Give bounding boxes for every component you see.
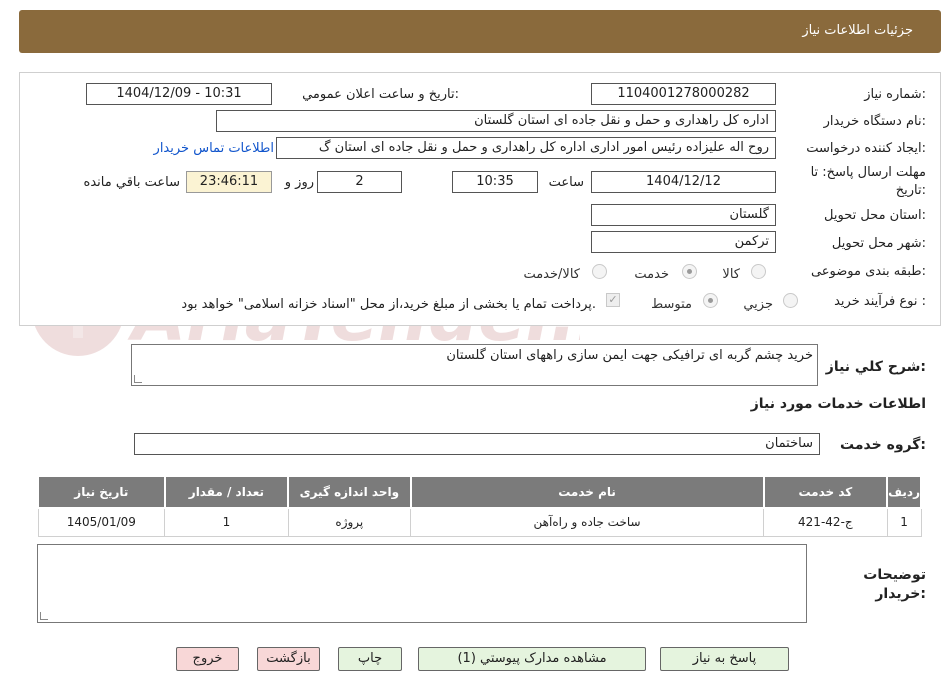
- buyer-notes-label: توضیحات: [863, 567, 926, 583]
- process-minor-label: جزيي: [743, 297, 773, 312]
- requester-label: ایجاد کننده درخواست:: [806, 141, 926, 156]
- need-number-label: شماره نیاز:: [864, 87, 926, 102]
- deadline-time-field[interactable]: 10:35: [452, 171, 538, 193]
- days-label: روز و: [284, 175, 314, 190]
- remaining-time-field: 23:46:11: [186, 171, 272, 193]
- col-qty-header: تعداد / مقدار: [163, 475, 290, 509]
- delivery-city-label: شهر محل تحویل:: [831, 236, 926, 251]
- category-goods-service-radio[interactable]: [592, 264, 607, 279]
- services-table: ردیف کد خدمت نام خدمت واحد اندازه گیری ت…: [37, 475, 922, 537]
- page-title: جزئیات اطلاعات نیاز: [802, 23, 913, 38]
- category-goods-label: کالا: [722, 267, 740, 282]
- back-button[interactable]: بازگشت: [257, 647, 320, 671]
- process-medium-radio[interactable]: [703, 293, 718, 308]
- cell-unit: پروژه: [287, 507, 412, 537]
- cell-qty: 1: [164, 507, 289, 537]
- need-number-field[interactable]: 1104001278000282: [591, 83, 776, 105]
- col-row-header: ردیف: [886, 475, 922, 509]
- resize-handle-icon[interactable]: [40, 612, 48, 620]
- service-group-field[interactable]: ساختمان: [134, 433, 820, 455]
- col-name-header: نام خدمت: [409, 475, 765, 509]
- buyer-notes-label-2: خریدار:: [875, 586, 926, 602]
- exit-button[interactable]: خروج: [176, 647, 239, 671]
- category-goods-radio[interactable]: [751, 264, 766, 279]
- description-text: خرید چشم گربه ای ترافیکی جهت ایمن سازی ر…: [446, 348, 813, 363]
- buyer-contact-link[interactable]: اطلاعات تماس خریدار: [154, 141, 274, 156]
- resize-handle-icon[interactable]: [134, 375, 142, 383]
- deadline-date-label: تاریخ:: [895, 183, 926, 198]
- announce-datetime-label: تاریخ و ساعت اعلان عمومي:: [302, 87, 459, 102]
- delivery-city-field[interactable]: ترکمن: [591, 231, 776, 253]
- print-button[interactable]: چاپ: [338, 647, 402, 671]
- col-date-header: تاریخ نیاز: [37, 475, 166, 509]
- page-header: جزئیات اطلاعات نیاز: [19, 10, 941, 53]
- buyer-org-field[interactable]: اداره کل راهداری و حمل و نقل جاده ای است…: [216, 110, 776, 132]
- category-label: طبقه بندی موضوعی:: [810, 264, 926, 279]
- cell-date: 1405/01/09: [37, 507, 166, 537]
- delivery-province-label: استان محل تحویل:: [824, 208, 926, 223]
- deadline-time-label: ساعت: [548, 175, 584, 190]
- view-attachments-button[interactable]: مشاهده مدارک پیوستي (1): [418, 647, 646, 671]
- cell-row: 1: [886, 507, 922, 537]
- col-code-header: کد خدمت: [762, 475, 889, 509]
- process-medium-label: متوسط: [651, 297, 692, 312]
- process-type-label: نوع فرآیند خرید :: [834, 294, 926, 309]
- category-goods-service-label: کالا/خدمت: [523, 267, 580, 282]
- treasury-payment-checkbox[interactable]: ✓: [606, 293, 620, 307]
- category-service-radio[interactable]: [682, 264, 697, 279]
- buyer-notes-textarea[interactable]: [37, 544, 807, 623]
- services-section-title: اطلاعات خدمات مورد نیاز: [750, 396, 926, 412]
- deadline-date-field[interactable]: 1404/12/12: [591, 171, 776, 193]
- announce-datetime-field[interactable]: 1404/12/09 - 10:31: [86, 83, 272, 105]
- description-label: شرح کلي نیاز:: [825, 359, 926, 375]
- requester-field[interactable]: روح اله علیزاده رئیس امور اداری اداره کل…: [276, 137, 776, 159]
- buyer-org-label: نام دستگاه خریدار:: [823, 114, 926, 129]
- category-service-label: خدمت: [634, 267, 669, 282]
- deadline-label: مهلت ارسال پاسخ: تا: [810, 165, 926, 180]
- table-header-row: ردیف کد خدمت نام خدمت واحد اندازه گیری ت…: [37, 475, 922, 509]
- description-textarea[interactable]: خرید چشم گربه ای ترافیکی جهت ایمن سازی ر…: [131, 344, 818, 386]
- service-group-label: گروه خدمت:: [840, 437, 926, 453]
- table-row: 1 ج-42-421 ساخت جاده و راه‌آهن پروژه 1 1…: [37, 507, 922, 537]
- col-unit-header: واحد اندازه گیری: [287, 475, 412, 509]
- cell-code: ج-42-421: [763, 507, 888, 537]
- remaining-time-label: ساعت باقي مانده: [83, 175, 180, 190]
- process-minor-radio[interactable]: [783, 293, 798, 308]
- reply-button[interactable]: پاسخ به نیاز: [660, 647, 789, 671]
- days-remaining-field[interactable]: 2: [317, 171, 402, 193]
- cell-name: ساخت جاده و راه‌آهن: [410, 507, 765, 537]
- delivery-province-field[interactable]: گلستان: [591, 204, 776, 226]
- treasury-payment-note: پرداخت تمام یا بخشی از مبلغ خرید،از محل …: [181, 297, 596, 312]
